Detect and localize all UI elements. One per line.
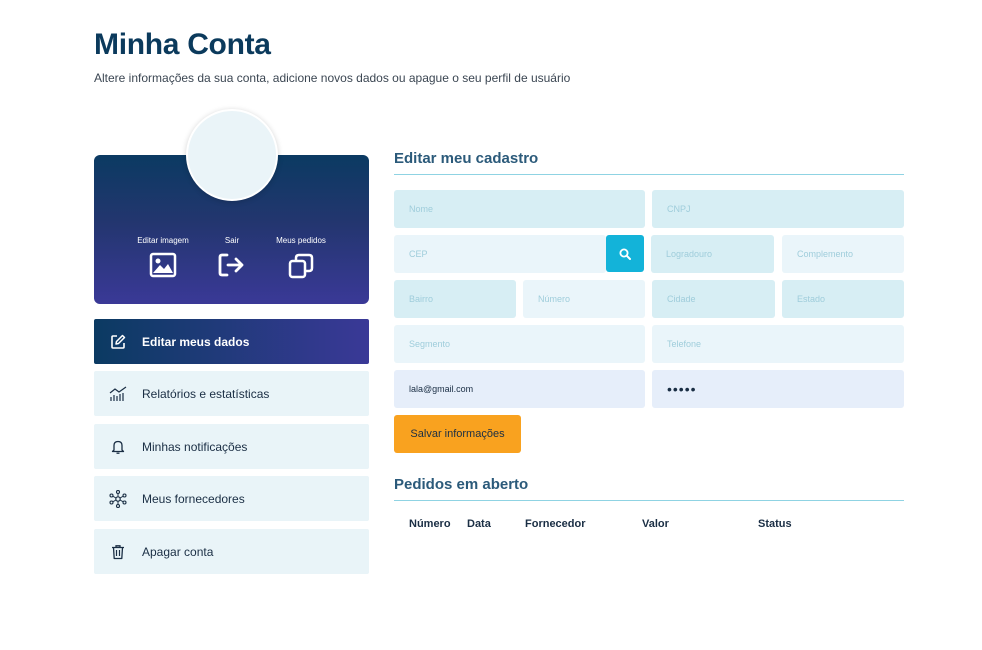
password-field[interactable] bbox=[652, 370, 904, 408]
menu-item-label: Apagar conta bbox=[142, 544, 214, 559]
menu-item-reports[interactable]: Relatórios e estatísticas bbox=[94, 371, 369, 416]
column-header-value: Valor bbox=[642, 518, 669, 530]
copy-icon bbox=[288, 253, 314, 279]
menu-item-label: Editar meus dados bbox=[142, 334, 250, 349]
menu-item-label: Relatórios e estatísticas bbox=[142, 386, 270, 401]
image-icon bbox=[149, 252, 177, 278]
my-orders-button[interactable]: Meus pedidos bbox=[274, 236, 328, 280]
column-header-number: Número bbox=[409, 518, 451, 530]
form-divider bbox=[394, 174, 904, 175]
column-header-status: Status bbox=[758, 518, 792, 530]
edit-icon bbox=[109, 333, 127, 351]
logout-icon bbox=[218, 253, 244, 277]
orders-title: Pedidos em aberto bbox=[394, 476, 529, 493]
number-field[interactable] bbox=[523, 280, 645, 318]
column-header-supplier: Fornecedor bbox=[525, 518, 586, 530]
trash-icon bbox=[109, 543, 127, 561]
page-title: Minha Conta bbox=[94, 28, 271, 61]
cnpj-field[interactable] bbox=[652, 190, 904, 228]
menu-item-suppliers[interactable]: Meus fornecedores bbox=[94, 476, 369, 521]
form-title: Editar meu cadastro bbox=[394, 150, 539, 167]
page-subtitle: Altere informações da sua conta, adicion… bbox=[94, 71, 571, 85]
cep-search-button[interactable] bbox=[606, 235, 644, 272]
network-icon bbox=[109, 489, 127, 508]
complement-field[interactable] bbox=[782, 235, 904, 273]
email-field[interactable] bbox=[394, 370, 645, 408]
logout-label: Sair bbox=[224, 236, 240, 245]
edit-image-button[interactable]: Editar imagem bbox=[137, 236, 189, 278]
bell-icon bbox=[109, 438, 127, 456]
avatar[interactable] bbox=[186, 109, 278, 201]
state-field[interactable] bbox=[782, 280, 904, 318]
menu-item-delete-account[interactable]: Apagar conta bbox=[94, 529, 369, 574]
orders-divider bbox=[394, 500, 904, 501]
logout-button[interactable]: Sair bbox=[216, 236, 248, 278]
neighborhood-field[interactable] bbox=[394, 280, 516, 318]
edit-image-label: Editar imagem bbox=[137, 236, 189, 245]
save-button[interactable]: Salvar informações bbox=[394, 415, 521, 453]
my-orders-label: Meus pedidos bbox=[276, 236, 326, 245]
segment-field[interactable] bbox=[394, 325, 645, 363]
menu-item-notifications[interactable]: Minhas notificações bbox=[94, 424, 369, 469]
city-field[interactable] bbox=[652, 280, 775, 318]
name-field[interactable] bbox=[394, 190, 645, 228]
column-header-date: Data bbox=[467, 518, 491, 530]
menu-item-label: Minhas notificações bbox=[142, 439, 248, 454]
search-icon bbox=[619, 248, 631, 260]
menu-item-edit-data[interactable]: Editar meus dados bbox=[94, 319, 369, 364]
phone-field[interactable] bbox=[652, 325, 904, 363]
chart-icon bbox=[109, 385, 127, 403]
street-field[interactable] bbox=[651, 235, 774, 273]
menu-item-label: Meus fornecedores bbox=[142, 491, 245, 506]
cep-field[interactable] bbox=[394, 235, 606, 273]
